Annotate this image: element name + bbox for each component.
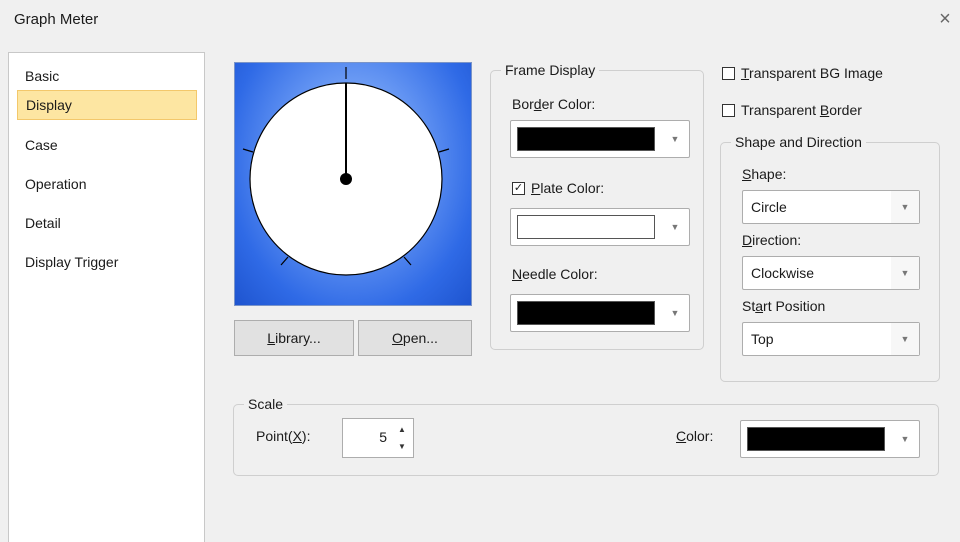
scale-legend: Scale [248,396,284,412]
needle-color-label: Needle Color: [512,266,598,282]
gauge-preview [234,62,472,306]
shape-value: Circle [751,199,787,215]
plate-color-checkbox[interactable]: ✓ Plate Color: [512,180,604,196]
dropdown-arrow-icon[interactable]: ▼ [661,121,689,157]
border-color-swatch [517,127,655,151]
transparent-border-checkbox[interactable]: Transparent Border [722,102,862,118]
border-color-dropdown[interactable]: ▼ [510,120,690,158]
needle-color-swatch [517,301,655,325]
sidebar-item-display[interactable]: Display [17,90,197,120]
start-position-select[interactable]: Top ▼ [742,322,920,356]
scale-tick [242,148,254,153]
checkbox-icon[interactable]: ✓ [512,181,525,195]
scale-color-dropdown[interactable]: ▼ [740,420,920,458]
checkbox-icon[interactable] [722,103,735,117]
scale-color-swatch [747,427,885,451]
direction-value: Clockwise [751,265,815,281]
shape-direction-legend: Shape and Direction [735,134,862,150]
scale-tick [403,256,412,266]
plate-color-swatch [517,215,655,239]
spin-down-icon[interactable]: ▼ [393,438,411,455]
plate-color-dropdown[interactable]: ▼ [510,208,690,246]
start-position-label: Start Position [742,298,826,314]
sidebar-item-display-trigger[interactable]: Display Trigger [17,247,197,277]
checkbox-icon[interactable] [722,66,735,80]
dropdown-arrow-icon[interactable]: ▼ [891,191,919,223]
scale-color-label: Color: [676,428,714,444]
window-title: Graph Meter [14,11,99,28]
point-value: 5 [379,429,387,445]
dropdown-arrow-icon[interactable]: ▼ [661,295,689,331]
frame-display-legend: Frame Display [505,62,596,78]
needle-color-dropdown[interactable]: ▼ [510,294,690,332]
dropdown-arrow-icon[interactable]: ▼ [891,323,919,355]
point-label: Point(X): [256,428,311,444]
sidebar-item-basic[interactable]: Basic [17,61,197,91]
title-bar: Graph Meter × [0,0,960,40]
border-color-label: Border Color: [512,96,596,112]
open-button[interactable]: Open... [358,320,472,356]
direction-select[interactable]: Clockwise ▼ [742,256,920,290]
sidebar-item-detail[interactable]: Detail [17,208,197,238]
scale-tick [280,256,289,266]
dropdown-arrow-icon[interactable]: ▼ [891,257,919,289]
shape-label: Shape: [742,166,787,182]
start-position-value: Top [751,331,774,347]
transparent-bg-checkbox[interactable]: Transparent BG Image [722,65,883,81]
shape-select[interactable]: Circle ▼ [742,190,920,224]
sidebar-item-operation[interactable]: Operation [17,169,197,199]
dropdown-arrow-icon[interactable]: ▼ [661,209,689,245]
spin-up-icon[interactable]: ▲ [393,421,411,438]
needle-hub [340,173,352,185]
scale-tick [438,148,450,153]
direction-label: Direction: [742,232,802,248]
library-button[interactable]: Library... [234,320,354,356]
gauge-svg [242,67,450,276]
dropdown-arrow-icon[interactable]: ▼ [891,421,919,457]
close-icon[interactable]: × [932,6,958,32]
point-stepper[interactable]: 5 ▲ ▼ [342,418,414,458]
sidebar-item-case[interactable]: Case [17,130,197,160]
sidebar: Basic Display Case Operation Detail Disp… [8,52,205,542]
